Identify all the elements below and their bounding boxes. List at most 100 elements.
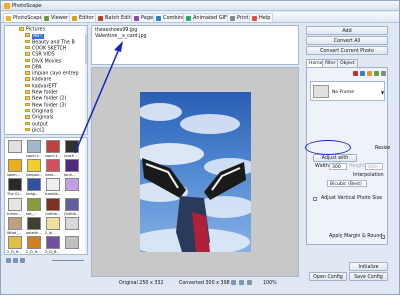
height-field[interactable]: 400 [365,163,383,170]
undo-icon[interactable] [353,71,358,76]
refresh-icon[interactable] [13,258,18,263]
tab-print[interactable]: Print [227,13,252,22]
thumbnail[interactable] [7,140,24,161]
thumbnail[interactable]: tumble... [45,178,62,199]
thumbnail[interactable]: tumbl... [7,197,24,219]
initialize-button[interactable]: Initialize [349,262,388,271]
thumbnail[interactable]: lanit... [64,159,81,180]
file-item[interactable]: Valentine__s_card.jpg [95,34,147,39]
open-config-button[interactable]: Open Config [309,272,347,281]
tree-item-label: New folder [32,90,58,96]
tree-item[interactable]: output [25,121,48,128]
tree-item[interactable]: pics1 [25,127,45,134]
tree-item[interactable]: COOK SKETCH [25,45,66,52]
flip-icon[interactable] [367,71,372,76]
status-bar: Original 250 x 332 Converted 300 x 398 1… [91,279,299,288]
tab-label: Editor [79,15,94,21]
thumbnail[interactable]: 2_D_H... [26,236,43,254]
tab-help[interactable]: Help [249,13,274,22]
tree-item[interactable]: CSR VIDS [25,52,55,58]
zoom-in-icon[interactable] [239,280,244,285]
tree-item[interactable]: impian cayo entrep [25,71,79,77]
thumb-size-slider[interactable] [52,260,84,261]
tree-item[interactable]: New folder [25,90,58,96]
thumbnail[interactable]: whatth... [26,216,43,238]
tree-item[interactable]: Pictures [19,27,45,33]
thumbnail[interactable] [64,236,81,254]
tree-item[interactable]: kadvare [25,77,51,83]
thumbnail-image [65,178,79,192]
add-button[interactable]: Add [306,26,388,35]
file-item[interactable]: theseshoes99.jpg [95,28,137,33]
interpolation-select[interactable]: Bicubic (Best) [327,180,367,187]
thumbnail[interactable]: The Gi... [7,178,24,199]
save-config-button[interactable]: Save Config [349,272,388,281]
tree-item-label: DivX Movies [32,58,62,64]
thumbnail[interactable]: roach ... [64,140,81,161]
tree-item[interactable]: kadvarEFT [25,83,57,90]
thumbnail-grid[interactable]: copin t... copin t... roach ... salen... sim… [4,137,88,255]
tree-item[interactable]: New folder (2) [25,96,66,102]
converted-size: Converted 300 x 398 [179,281,230,286]
tree-item[interactable]: New folder (3) [25,102,66,109]
tab-icon [98,16,103,21]
thumbnail[interactable]: Untitle... [64,197,81,219]
rotate-icon[interactable] [360,71,365,76]
chevron-down-icon[interactable]: ▼ [381,90,384,95]
thumbnail[interactable]: hese... [45,159,62,180]
thumbnail[interactable]: 2_bl... [45,216,62,238]
tab-icon [186,16,191,21]
thumbnail[interactable]: Untitle... [45,197,62,219]
adjust-vertical-checkbox[interactable] [313,197,317,201]
thumbnail[interactable]: What_... [7,216,24,238]
thumbnail-image [46,140,60,153]
tab-animated-gif[interactable]: Animated GIF [183,13,230,22]
tree-item[interactable]: DivX Movies [25,58,62,65]
thumbnail[interactable]: simpso... [26,159,43,180]
apply-margin-checkbox[interactable] [381,235,385,239]
thumbnail[interactable]: copin t... [45,140,62,161]
tree-item[interactable]: DPA [25,64,42,71]
thumbs-scrollbar[interactable] [85,138,87,254]
folder-tree[interactable]: Pictures ABT Beauty and The B COOK SKETCH CS… [4,25,88,135]
tab-viewer[interactable]: Viewer [41,13,71,22]
width-field[interactable]: 300 [329,163,347,170]
view-icon[interactable] [6,258,11,263]
tree-item[interactable]: Originals [25,108,54,115]
tab-label: Print [237,15,249,21]
apply-margin-label: Apply Margin & Round [329,234,383,239]
thumbnail[interactable] [64,216,81,238]
thumbnail-caption: lanit... [64,173,76,178]
thumbnail[interactable]: 2_D_H... [7,236,24,254]
adjust-with-button[interactable]: Adjust with [313,154,357,162]
thumbnail-image [46,159,60,173]
zoom-out-icon[interactable] [231,280,236,285]
tree-item[interactable]: ABT [25,33,44,39]
convert-current-button[interactable]: Convert Current Photo [306,46,388,55]
tree-item[interactable]: Originals [25,115,53,121]
thumbnail[interactable]: copin t... [26,140,43,161]
tree-scroll-thumb[interactable] [85,34,87,64]
original-size: Original 250 x 332 [119,281,164,286]
frame-selector[interactable]: No Frame ▼ [310,81,385,101]
folder-icon [25,102,30,107]
thumbnail[interactable]: salen... [7,159,24,180]
thumbnail[interactable] [64,178,81,199]
tree-scrollbar[interactable] [85,26,87,134]
folder-icon[interactable] [20,258,25,263]
tree-item[interactable]: Beauty and The B [25,39,75,46]
tab-object[interactable]: Object [337,59,358,67]
crop-icon[interactable] [374,71,379,76]
home-pane: No Frame ▼ Resize Adjust with Width 300 … [306,67,390,245]
tab-label: Viewer [51,15,68,21]
more-icon[interactable] [381,71,386,76]
file-list[interactable]: theseshoes99.jpg Valentine__s_card.jpg [91,25,299,65]
thumbnail[interactable]: sat_... [26,197,43,219]
tab-editor[interactable]: Editor [69,13,97,22]
thumbnail[interactable]: imag... [26,178,43,199]
fit-icon[interactable] [247,280,252,285]
tab-photoscape[interactable]: PhotoScape [3,13,46,22]
convert-all-button[interactable]: Convert All [306,36,388,45]
tree-item-label: Originals [32,109,54,115]
thumbnail[interactable]: 2_D_H... [45,236,62,254]
